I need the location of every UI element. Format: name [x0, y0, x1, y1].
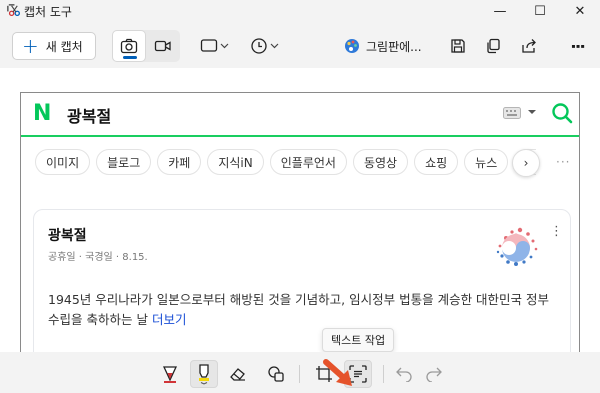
tabs-next-icon: › [512, 149, 540, 177]
share-button[interactable] [521, 35, 537, 57]
highlighter-button[interactable] [190, 360, 218, 388]
knowledge-card: 광복절 공휴일 · 국경일 · 8.15. ⋮ 1945년 우리나라가 일본으로… [33, 209, 571, 352]
copy-icon [487, 38, 500, 54]
eraser-icon [230, 368, 245, 381]
capture-canvas[interactable]: N 광복절 이미지 블로그 카페 지식iN 인플루언서 동영상 쇼핑 뉴스 › … [0, 68, 600, 352]
video-camera-icon [154, 40, 171, 52]
markup-toolbar [0, 352, 600, 393]
copy-button[interactable] [485, 35, 501, 57]
new-capture-button[interactable]: + 새 캡처 [12, 32, 96, 60]
more-link: 더보기 [151, 312, 187, 327]
plus-icon: + [22, 34, 39, 58]
close-button[interactable]: ✕ [560, 0, 600, 22]
search-icon [552, 103, 573, 124]
tab-cafe: 카페 [157, 149, 202, 175]
eraser-button[interactable] [224, 360, 252, 388]
record-mode-button[interactable] [146, 30, 180, 62]
naver-search-bar: N 광복절 [21, 93, 579, 137]
undo-button[interactable] [390, 360, 418, 388]
save-icon [451, 39, 465, 53]
maximize-button[interactable]: ☐ [520, 0, 560, 22]
taegeuk-illustration-icon [496, 227, 538, 266]
paint-palette-icon [345, 39, 359, 53]
toolbar-divider [383, 365, 384, 383]
more-icon: ⋮ [568, 38, 588, 54]
highlighter-icon [199, 364, 209, 385]
redo-button[interactable] [420, 360, 448, 388]
title-bar: 캡처 도구 — ☐ ✕ [0, 0, 600, 22]
rectangle-snip-icon [200, 39, 229, 52]
tab-news: 뉴스 [464, 149, 509, 175]
delay-timer-dropdown[interactable] [250, 35, 282, 57]
selected-mode-indicator [123, 56, 137, 59]
snipping-tool-icon [7, 4, 20, 17]
capture-mode-toggle [112, 30, 180, 62]
save-button[interactable] [450, 35, 466, 57]
more-options-button[interactable]: ⋮ [568, 35, 588, 57]
caret-down-icon [528, 110, 536, 114]
card-description: 1945년 우리나라가 일본으로부터 해방된 것을 기념하고, 임시정부 법통을… [48, 290, 560, 330]
captured-screenshot: N 광복절 이미지 블로그 카페 지식iN 인플루언서 동영상 쇼핑 뉴스 › … [20, 92, 580, 352]
card-more-icon: ⋮ [550, 224, 563, 239]
card-meta: 공휴일 · 국경일 · 8.15. [48, 252, 148, 263]
naver-logo-icon: N [33, 101, 52, 126]
search-category-tabs: 이미지 블로그 카페 지식iN 인플루언서 동영상 쇼핑 뉴스 실 [35, 149, 537, 175]
paint-label: 그림판에... [366, 39, 422, 54]
minimize-button[interactable]: — [480, 0, 520, 22]
maximize-icon: ☐ [534, 3, 546, 19]
camera-icon [120, 38, 138, 54]
open-in-paint-button[interactable]: 그림판에... [344, 33, 422, 59]
close-icon: ✕ [574, 3, 586, 19]
card-title: 광복절 [48, 228, 87, 244]
text-actions-tooltip: 텍스트 작업 [322, 328, 395, 352]
new-capture-label: 새 캡처 [45, 39, 83, 54]
screenshot-mode-button[interactable] [112, 30, 146, 62]
card-description-text: 1945년 우리나라가 일본으로부터 해방된 것을 기념하고, 임시정부 법통을… [48, 292, 550, 327]
window-title: 캡처 도구 [24, 5, 72, 19]
undo-icon [396, 367, 412, 382]
toolbar-divider [299, 365, 300, 383]
capture-toolbar: + 새 캡처 그림판에... ⋮ [0, 22, 600, 68]
shapes-icon [268, 366, 284, 382]
tab-video: 동영상 [352, 149, 409, 175]
minimize-icon: — [493, 3, 507, 19]
share-icon [522, 39, 536, 53]
tabs-more-icon: ··· [556, 155, 571, 169]
tab-knowledge-in: 지식iN [207, 149, 264, 175]
tab-influencer: 인플루언서 [269, 149, 347, 175]
ballpoint-pen-button[interactable] [156, 360, 184, 388]
tab-shopping: 쇼핑 [414, 149, 459, 175]
clock-icon [251, 38, 279, 54]
keyboard-icon [503, 107, 521, 119]
search-query: 광복절 [67, 107, 112, 126]
pen-icon [162, 366, 178, 383]
redo-icon [426, 367, 442, 382]
shapes-button[interactable] [262, 360, 290, 388]
tab-images: 이미지 [35, 149, 91, 175]
tab-blog: 블로그 [96, 149, 152, 175]
snip-shape-dropdown[interactable] [200, 35, 230, 57]
annotation-arrow-icon [323, 359, 352, 386]
